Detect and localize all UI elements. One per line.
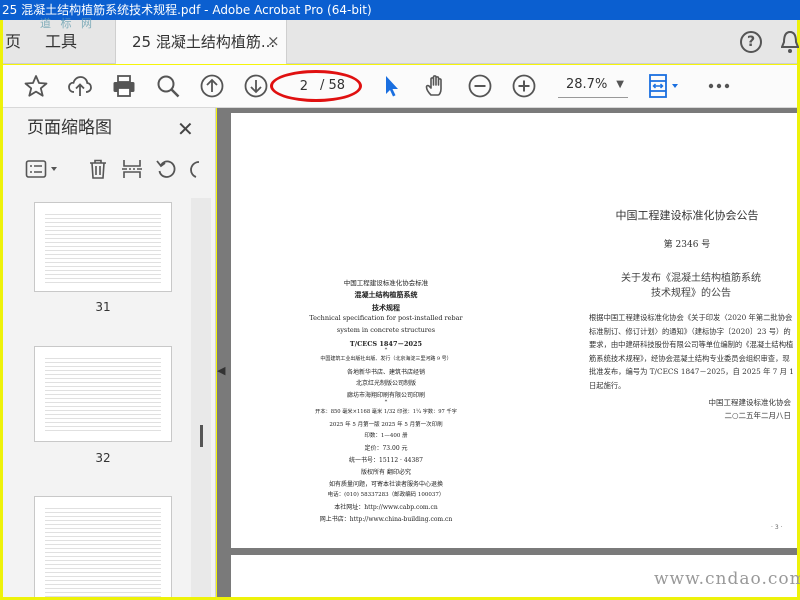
zoom-search-icon[interactable]	[155, 73, 181, 99]
left-subtitle: 技术规程	[372, 303, 400, 312]
thumbnail-list[interactable]: 31 32	[3, 198, 198, 597]
zoom-out-icon[interactable]	[467, 73, 493, 99]
left-publisher: 中国建筑工业出版社出版、发行（北京海淀三里河路 9 号）	[320, 356, 452, 362]
fit-page-icon[interactable]	[647, 73, 681, 99]
left-edition: 2025 年 5 月第一版 2025 年 5 月第一次印刷	[329, 422, 443, 428]
more-options-icon[interactable]	[706, 73, 732, 99]
tab-bar: 页 工具 25 混凝土结构植筋... ×	[3, 20, 797, 64]
thumbnail-scrollbar[interactable]	[191, 198, 211, 597]
zoom-dropdown-caret-icon: ▼	[616, 79, 624, 90]
select-arrow-icon[interactable]	[379, 73, 405, 99]
rotate-counterclockwise-icon[interactable]	[155, 158, 177, 180]
main-toolbar: / 58 28.7% ▼	[3, 65, 797, 108]
left-divider-star: *	[384, 347, 388, 353]
left-print-run: 印数：1—400 册	[364, 433, 408, 439]
thumbnail-page[interactable]	[34, 346, 172, 442]
cloud-upload-icon[interactable]	[67, 73, 93, 99]
document-canvas[interactable]: ◀ 中国工程建设标准化协会标准 混凝土结构植筋系统 技术规程 Technical…	[217, 108, 797, 597]
document-page: 中国工程建设标准化协会标准 混凝土结构植筋系统 技术规程 Technical s…	[231, 113, 797, 548]
left-spec: 开本：850 毫米×1168 毫米 1/32 印张：1¼ 字数：97 千字	[315, 409, 457, 415]
right-signer: 中国工程建设标准化协会	[708, 398, 792, 407]
previous-page-icon[interactable]	[199, 73, 225, 99]
thumbnail-page[interactable]	[34, 202, 172, 292]
right-subject-line-2: 技术规程》的公告	[651, 288, 731, 299]
left-title: 混凝土结构植筋系统	[354, 290, 418, 299]
collapse-panel-arrow-icon[interactable]: ◀	[217, 364, 225, 377]
printer-icon[interactable]	[111, 73, 137, 99]
left-bookstore: 网上书店：http://www.china-building.com.cn	[319, 516, 453, 523]
right-header: 中国工程建设标准化协会公告	[615, 209, 759, 222]
left-quality: 如有质量问题，可寄本社读者服务中心退换	[328, 481, 443, 488]
right-page-number: · 3 ·	[771, 524, 783, 531]
right-date: 二○二五年二月八日	[724, 411, 791, 420]
panel-toolbar	[3, 150, 216, 190]
left-typesetter: 北京红光制版公司制版	[355, 380, 416, 387]
thumbnail-page-number: 32	[95, 451, 111, 465]
zoom-level-select[interactable]: 28.7% ▼	[558, 74, 628, 98]
left-printer: 廊坊市海翔印刷有限公司印刷	[346, 392, 425, 399]
left-phone: 电话：(010) 58337283（邮政编码 100037）	[327, 492, 445, 498]
thumbnail-options-icon[interactable]	[25, 158, 61, 180]
extract-pages-icon[interactable]	[121, 158, 143, 180]
tab-document[interactable]: 25 混凝土结构植筋...	[115, 20, 287, 64]
left-english-1: Technical specification for post-install…	[309, 314, 463, 322]
tab-close-icon[interactable]: ×	[267, 32, 280, 50]
right-announcement-number: 第 2346 号	[663, 240, 711, 250]
left-english-2: system in concrete structures	[336, 326, 436, 334]
left-org: 中国工程建设标准化协会标准	[343, 279, 429, 287]
next-page-icon[interactable]	[243, 73, 269, 99]
notification-icon[interactable]	[780, 30, 800, 59]
left-isbn: 统一书号：15112 · 44387	[349, 457, 423, 464]
tab-home[interactable]: 页	[3, 20, 25, 64]
right-body: 根据中国工程建设标准化协会《关于印发〈2020 年第二批协会标准制订、修订计划〉…	[589, 313, 794, 390]
left-divider-star: *	[384, 399, 388, 405]
left-rights: 版权所有 翻印必究	[361, 469, 411, 476]
scrollbar-thumb[interactable]	[200, 425, 203, 447]
left-website: 本社网址：http://www.cabp.com.cn	[334, 504, 438, 511]
left-distributor: 各地新华书店、建筑书店经销	[346, 369, 425, 376]
left-price: 定价：73.00 元	[364, 445, 408, 452]
page-thumbnails-panel: 页面缩略图 ✕ 31 32	[3, 108, 216, 597]
site-logo-watermark: 道 标 网	[40, 17, 95, 30]
thumbnail-page[interactable]	[34, 496, 172, 597]
panel-close-icon[interactable]: ✕	[177, 117, 194, 141]
trash-icon[interactable]	[87, 158, 109, 180]
site-watermark: www.cndao.com	[654, 569, 800, 589]
bookmark-star-icon[interactable]	[23, 73, 49, 99]
help-icon[interactable]: ?	[740, 31, 762, 53]
rotate-clockwise-icon[interactable]	[187, 158, 201, 180]
window-titlebar: 25 混凝土结构植筋系统技术规程.pdf - Adobe Acrobat Pro…	[0, 0, 800, 20]
hand-tool-icon[interactable]	[423, 73, 449, 99]
right-subject-line-1: 关于发布《混凝土结构植筋系统	[621, 273, 761, 284]
zoom-in-icon[interactable]	[511, 73, 537, 99]
zoom-level-value: 28.7%	[566, 77, 608, 92]
red-highlight-ellipse	[270, 70, 362, 102]
thumbnail-page-number: 31	[95, 300, 111, 314]
tab-document-label: 25 混凝土结构植筋...	[132, 33, 276, 51]
